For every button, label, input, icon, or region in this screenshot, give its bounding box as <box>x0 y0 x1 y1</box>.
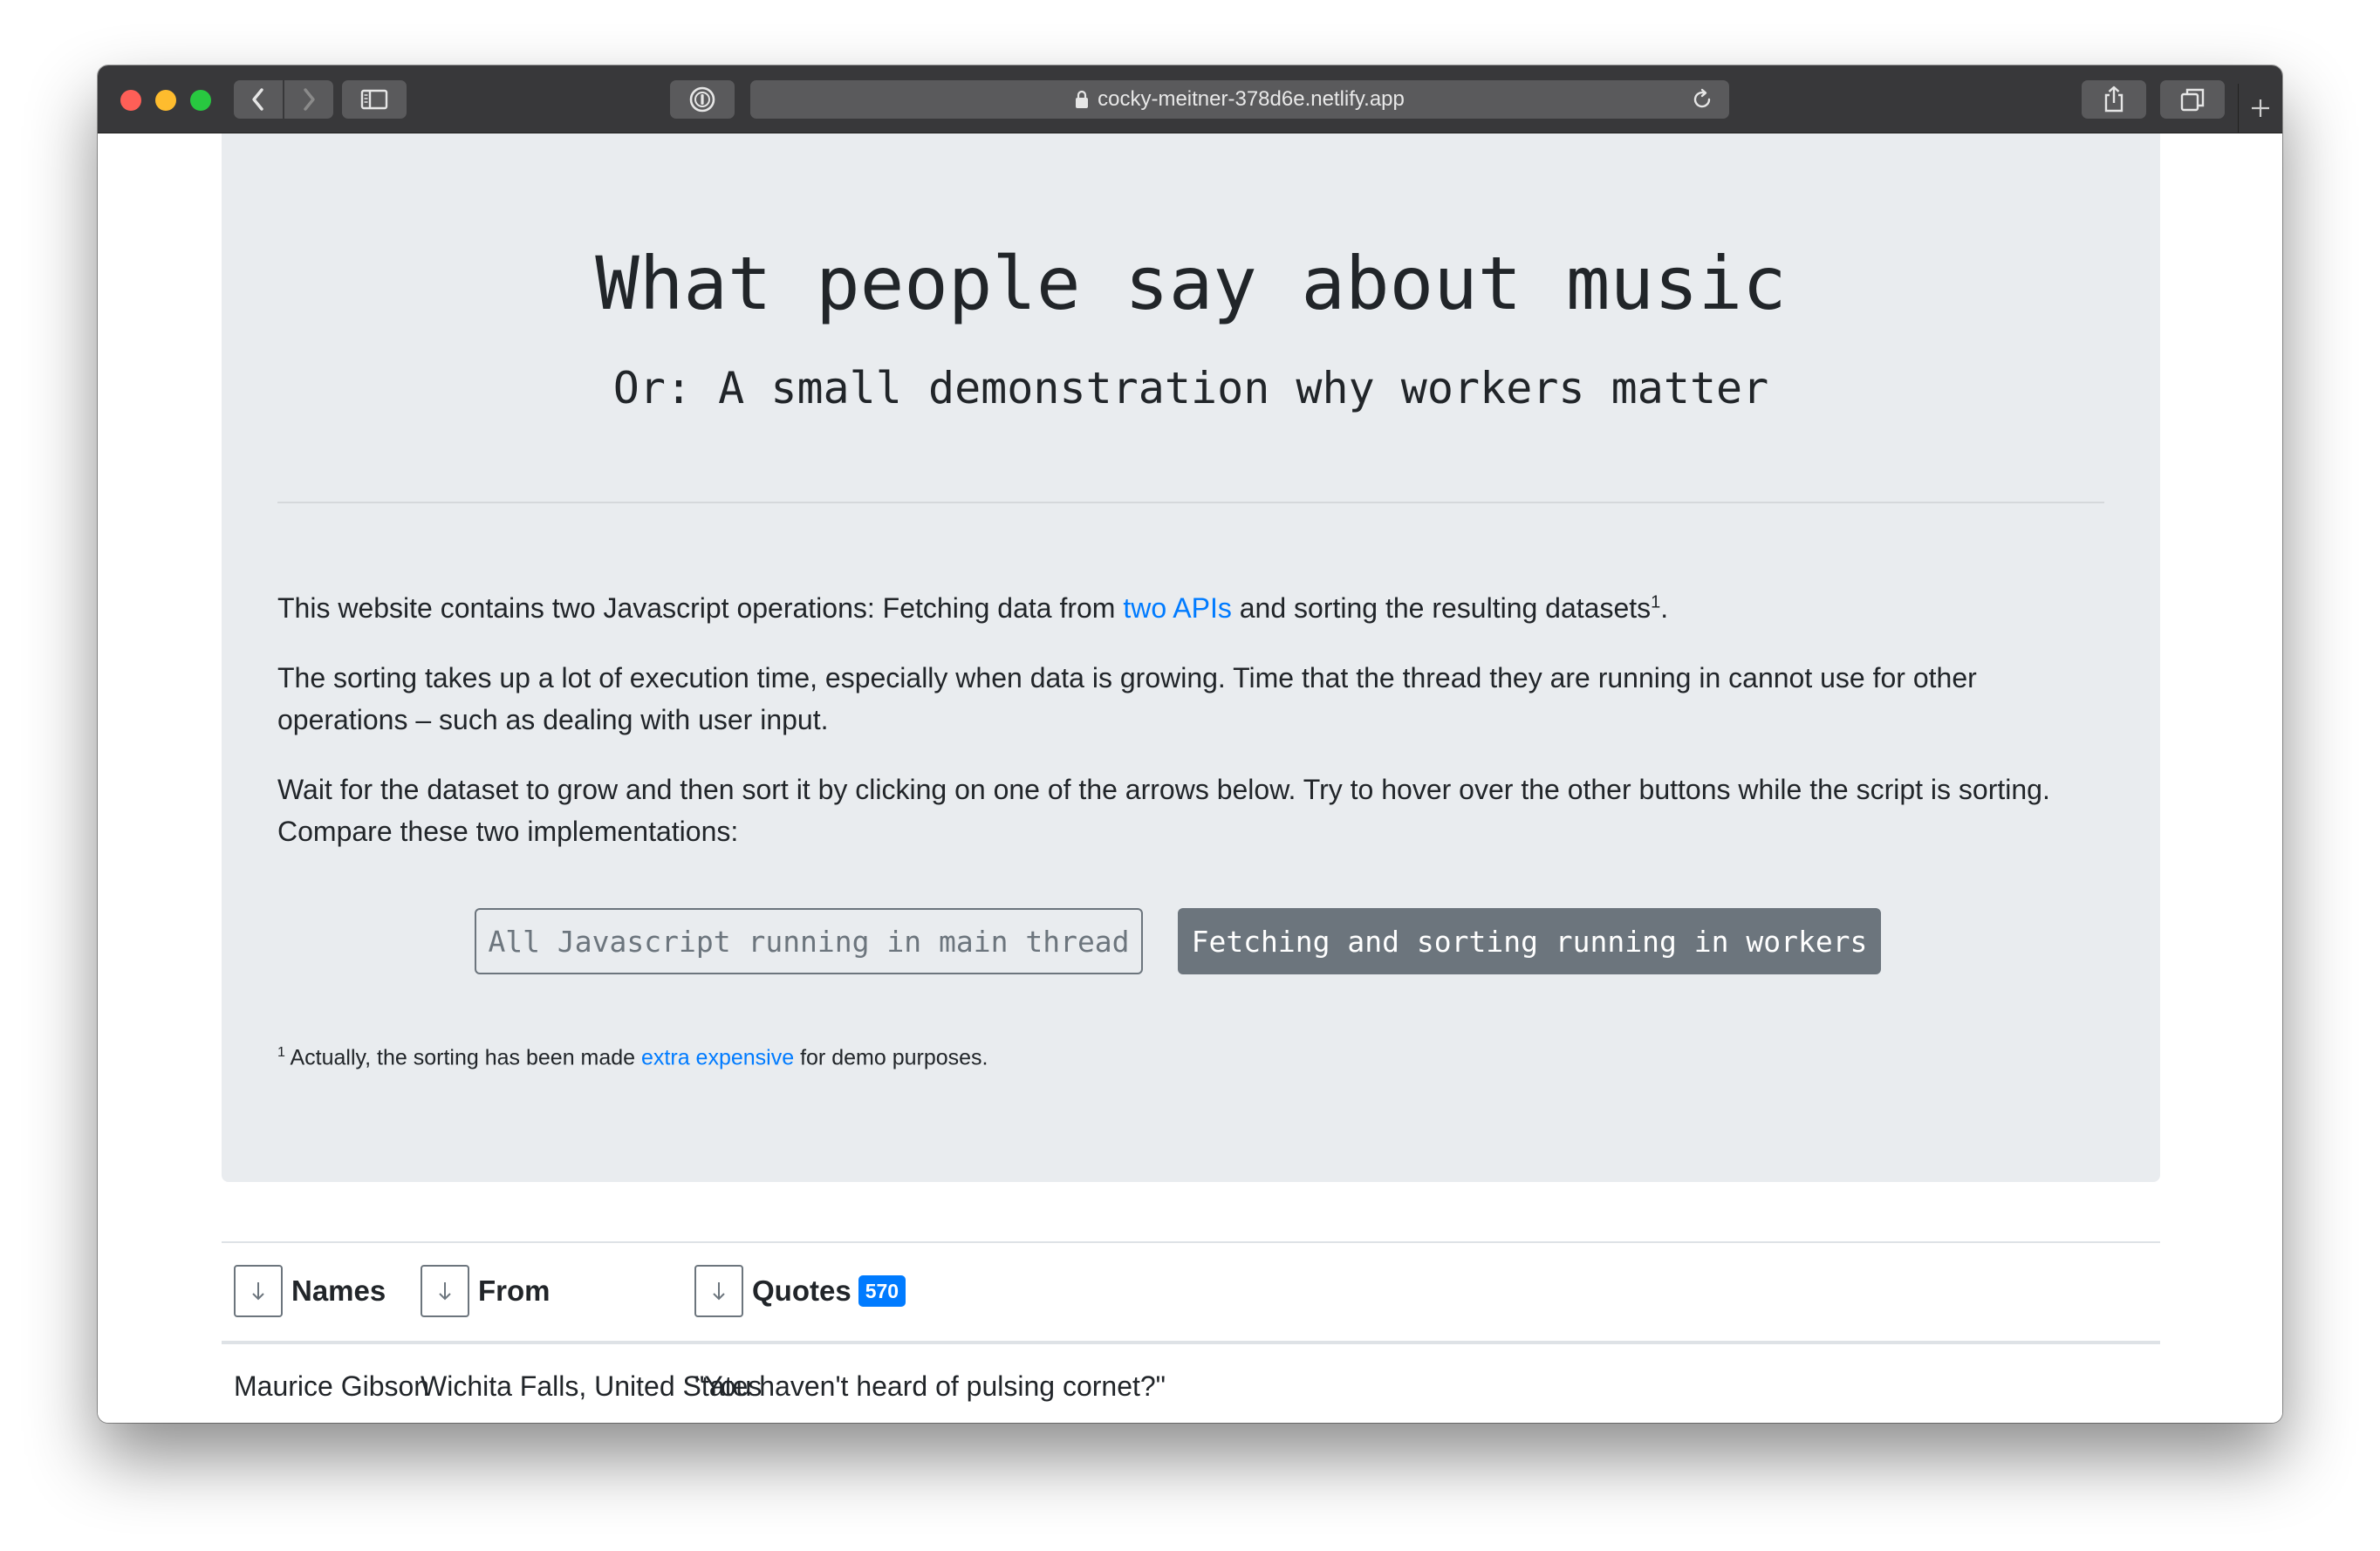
forward-button[interactable] <box>284 80 333 119</box>
sort-names-button[interactable] <box>234 1265 283 1317</box>
intro-paragraph: This website contains two Javascript ope… <box>277 587 2104 629</box>
close-window-button[interactable] <box>120 90 141 111</box>
quote-count-badge: 570 <box>858 1275 906 1307</box>
extra-expensive-link[interactable]: extra expensive <box>641 1045 794 1069</box>
cell-quote: "You haven't heard of pulsing cornet?" <box>694 1370 1166 1402</box>
back-button[interactable] <box>234 80 283 119</box>
column-label: Quotes <box>752 1274 851 1307</box>
arrow-down-icon <box>439 1282 451 1301</box>
tabs-icon <box>2180 88 2205 112</box>
cell-name: Maurice Gibson <box>234 1370 430 1402</box>
share-icon <box>2104 85 2124 113</box>
arrow-down-icon <box>713 1282 725 1301</box>
zoom-window-button[interactable] <box>190 90 211 111</box>
jumbotron: What people say about music Or: A small … <box>222 133 2160 1182</box>
sorting-paragraph: The sorting takes up a lot of execution … <box>277 662 1977 735</box>
sort-quotes-button[interactable] <box>694 1265 743 1317</box>
intro-text-start: This website contains two Javascript ope… <box>277 592 1124 624</box>
two-apis-link[interactable]: two APIs <box>1123 592 1232 624</box>
footnote-text-end: for demo purposes. <box>794 1045 988 1070</box>
chevron-left-icon <box>252 88 263 111</box>
url-text: cocky-meitner-378d6e.netlify.app <box>1098 87 1405 111</box>
footnote: 1 Actually, the sorting has been made ex… <box>277 1037 988 1073</box>
intro-text-middle: and sorting the resulting datasets <box>1231 592 1652 624</box>
workers-button[interactable]: Fetching and sorting running in workers <box>1178 908 1881 974</box>
browser-window: cocky-meitner-378d6e.netlify.app What pe… <box>98 65 2282 1423</box>
column-label: From <box>478 1274 551 1307</box>
share-button[interactable] <box>2082 80 2146 119</box>
main-thread-button[interactable]: All Javascript running in main thread <box>475 908 1143 974</box>
page-subtitle: Or: A small demonstration why workers ma… <box>612 363 1769 413</box>
footnote-number: 1 <box>277 1045 285 1060</box>
column-names: Names <box>234 1264 386 1318</box>
minimize-window-button[interactable] <box>155 90 176 111</box>
browser-toolbar: cocky-meitner-378d6e.netlify.app <box>98 65 2282 133</box>
address-bar[interactable]: cocky-meitner-378d6e.netlify.app <box>750 80 1729 119</box>
lock-icon <box>1076 90 1089 108</box>
column-quotes: Quotes 570 <box>694 1264 906 1318</box>
divider <box>277 502 2104 503</box>
sidebar-icon <box>360 89 388 110</box>
chevron-right-icon <box>304 88 315 111</box>
quotes-table: Names From Quotes 570 Maurice Gibson Wic… <box>222 1241 2160 1423</box>
tab-overview-button[interactable] <box>2160 80 2225 119</box>
footnote-text-start: Actually, the sorting has been made <box>284 1045 642 1070</box>
arrow-down-icon <box>252 1282 264 1301</box>
table-header: Names From Quotes 570 <box>222 1241 2160 1344</box>
password-manager-button[interactable] <box>670 80 735 119</box>
plus-icon <box>2252 99 2269 117</box>
new-tab-button[interactable] <box>2238 84 2282 133</box>
password-manager-icon <box>689 86 715 113</box>
page-title: What people say about music <box>595 241 1787 326</box>
sort-from-button[interactable] <box>421 1265 469 1317</box>
column-label: Names <box>291 1274 386 1307</box>
reload-icon[interactable] <box>1691 88 1713 111</box>
web-page: What people say about music Or: A small … <box>98 133 2282 1423</box>
intro-text-end: . <box>1660 592 1669 624</box>
footnote-marker: 1 <box>1651 592 1661 612</box>
table-row: Maurice Gibson Wichita Falls, United Sta… <box>222 1344 2160 1423</box>
instructions-paragraph: Wait for the dataset to grow and then so… <box>277 774 2050 847</box>
sidebar-toggle-button[interactable] <box>342 80 407 119</box>
column-from: From <box>421 1264 551 1318</box>
